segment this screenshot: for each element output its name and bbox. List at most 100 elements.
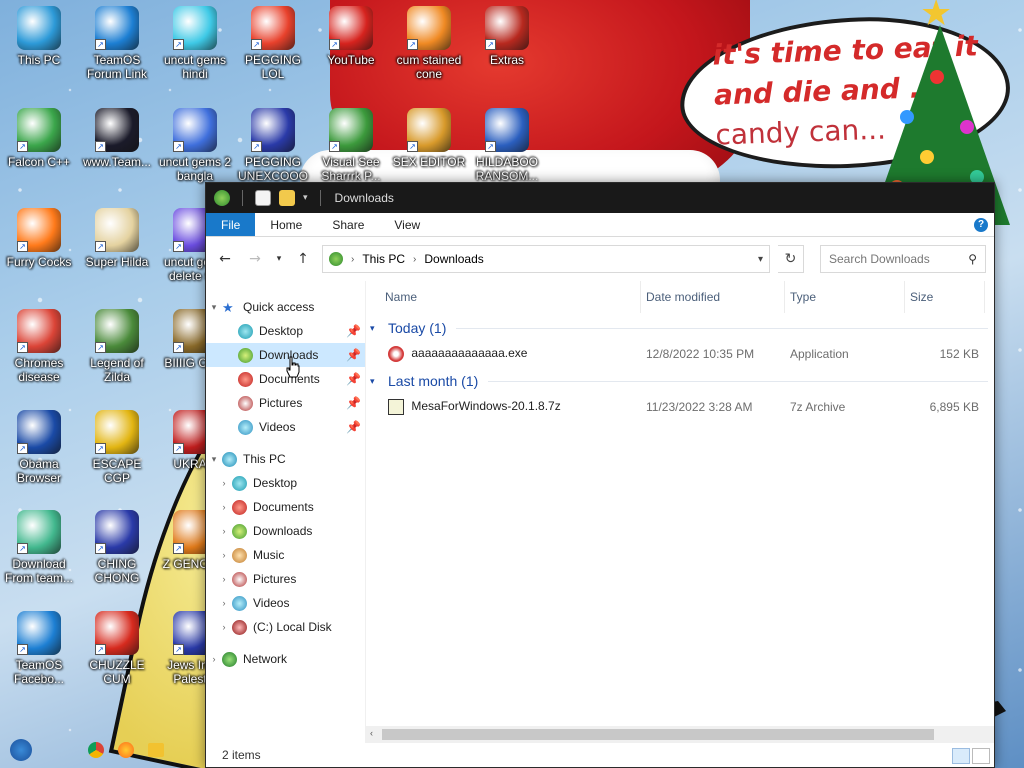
desktop-icon-item[interactable]: ↗ Falcon C++: [0, 108, 78, 169]
tab-file[interactable]: File: [206, 213, 256, 236]
scroll-left-arrow-icon[interactable]: ‹: [370, 728, 373, 738]
expand-chevron-icon[interactable]: ›: [206, 654, 222, 664]
expand-chevron-icon[interactable]: ›: [216, 622, 232, 632]
back-arrow-icon[interactable]: ←: [214, 248, 236, 270]
desktop-icon-item[interactable]: ↗ Obama Browser: [0, 410, 78, 485]
desktop-icon-item[interactable]: ↗ Extras: [468, 6, 546, 67]
crumb-chevron-icon[interactable]: ›: [413, 254, 416, 265]
large-icons-view-icon[interactable]: [972, 748, 990, 764]
horizontal-scrollbar[interactable]: ‹: [366, 726, 994, 743]
column-name[interactable]: Name: [380, 281, 641, 313]
expand-chevron-icon[interactable]: ›: [216, 502, 232, 512]
forward-arrow-icon[interactable]: →: [244, 248, 266, 270]
desktop-icon-item[interactable]: ↗ www.Team...: [78, 108, 156, 169]
pin-icon[interactable]: 📌: [346, 372, 361, 386]
pin-icon[interactable]: 📌: [346, 348, 361, 362]
desktop-icon-item[interactable]: ↗ uncut gems hindi: [156, 6, 234, 81]
crumb-chevron-icon[interactable]: ›: [351, 254, 354, 265]
group-chevron-icon[interactable]: ▾: [370, 376, 386, 387]
nav-network[interactable]: › Network: [206, 647, 365, 671]
desktop-icon-item[interactable]: ↗ Legend of Zilda: [78, 309, 156, 384]
address-bar[interactable]: › This PC › Downloads ▾: [322, 245, 770, 273]
music-icon: [232, 547, 247, 563]
group-header-today[interactable]: ▾ Today (1): [366, 315, 994, 341]
desktop-icon-item[interactable]: ↗ CHING CHONG: [78, 510, 156, 585]
desktop-icon-item[interactable]: ↗ cum stained cone: [390, 6, 468, 81]
nav-pc-downloads[interactable]: › Downloads: [206, 519, 365, 543]
file-row[interactable]: aaaaaaaaaaaaaa.exe 12/8/2022 10:35 PM Ap…: [380, 341, 994, 367]
expand-chevron-icon[interactable]: ›: [216, 598, 232, 608]
nav-quick-pictures[interactable]: Pictures 📌: [206, 391, 365, 415]
group-chevron-icon[interactable]: ▾: [370, 323, 386, 334]
expand-chevron-icon[interactable]: ›: [216, 574, 232, 584]
address-dropdown-icon[interactable]: ▾: [758, 254, 763, 265]
shortcut-arrow-icon: ↗: [95, 39, 106, 50]
nav-quick-videos[interactable]: Videos 📌: [206, 415, 365, 439]
desktop-icon-label: HILDABOO RANSOM...: [475, 155, 539, 183]
desktop-icon-item[interactable]: ↗ Chromes disease: [0, 309, 78, 384]
desktop-icon-item[interactable]: ↗ Visual See Sharrrk P...: [312, 108, 390, 183]
tab-view[interactable]: View: [379, 213, 435, 236]
desktop-icon-item[interactable]: ↗ Super Hilda: [78, 208, 156, 269]
desktop-icon-item[interactable]: ↗ CHUZZLE CUM: [78, 611, 156, 686]
pin-icon[interactable]: 📌: [346, 420, 361, 434]
nav-pc-documents[interactable]: › Documents: [206, 495, 365, 519]
desktop-icon-item[interactable]: This PC: [0, 6, 78, 67]
desktop-icon-item[interactable]: ↗ HILDABOO RANSOM...: [468, 108, 546, 183]
expand-chevron-icon[interactable]: ›: [216, 526, 232, 536]
desktop-icon-item[interactable]: ↗ Furry Cocks: [0, 208, 78, 269]
tab-share[interactable]: Share: [317, 213, 379, 236]
collapse-chevron-icon[interactable]: ▾: [206, 454, 222, 465]
nav-quick-access[interactable]: ▾ ★ Quick access: [206, 295, 365, 319]
shortcut-icon: ↗: [17, 611, 61, 655]
desktop-icon-item[interactable]: ↗ PEGGING LOL: [234, 6, 312, 81]
expand-chevron-icon[interactable]: ›: [216, 478, 232, 488]
expand-chevron-icon[interactable]: ›: [216, 550, 232, 560]
desktop-icon-item[interactable]: ↗ TeamOS Forum Link: [78, 6, 156, 81]
recent-locations-chevron-icon[interactable]: ▾: [274, 248, 284, 270]
nav-pc-local-disk[interactable]: › (C:) Local Disk: [206, 615, 365, 639]
nav-pc-videos[interactable]: › Videos: [206, 591, 365, 615]
column-date-modified[interactable]: Date modified: [641, 281, 785, 313]
breadcrumb-downloads[interactable]: Downloads: [424, 252, 483, 266]
desktop-icon-item[interactable]: ↗ PEGGING UNEXCOOO: [234, 108, 312, 183]
quick-access-toolbar: ▾: [214, 190, 325, 206]
pin-icon[interactable]: 📌: [346, 324, 361, 338]
collapse-chevron-icon[interactable]: ▾: [206, 302, 222, 313]
explorer-taskbar-icon[interactable]: [148, 743, 164, 757]
nav-pc-music[interactable]: › Music: [206, 543, 365, 567]
desktop-icon-item[interactable]: ↗ uncut gems 2 bangla: [156, 108, 234, 183]
search-box[interactable]: Search Downloads ⚲: [820, 245, 986, 273]
column-type[interactable]: Type: [785, 281, 905, 313]
help-icon[interactable]: ?: [974, 217, 988, 232]
item-count: 2 items: [222, 748, 261, 762]
up-arrow-icon[interactable]: ↑: [292, 248, 314, 270]
desktop-icon-item[interactable]: ↗ TeamOS Facebo...: [0, 611, 78, 686]
desktop-icon-item[interactable]: ↗ ESCAPE CGP: [78, 410, 156, 485]
nav-quick-desktop[interactable]: Desktop 📌: [206, 319, 365, 343]
properties-icon[interactable]: [255, 190, 271, 206]
title-bar[interactable]: ▾ Downloads: [206, 183, 994, 213]
breadcrumb-this-pc[interactable]: This PC: [362, 252, 405, 266]
nav-pc-pictures[interactable]: › Pictures: [206, 567, 365, 591]
exe-file-icon: [388, 346, 404, 362]
desktop-icon-item[interactable]: ↗ YouTube: [312, 6, 390, 67]
file-row[interactable]: MesaForWindows-20.1.8.7z 11/23/2022 3:28…: [380, 394, 994, 420]
desktop-icon-item[interactable]: ↗ Download From team...: [0, 510, 78, 585]
details-view-icon[interactable]: [952, 748, 970, 764]
chrome-taskbar-icon[interactable]: [88, 742, 104, 758]
firefox-taskbar-icon[interactable]: [118, 742, 134, 758]
qat-dropdown-icon[interactable]: ▾: [303, 193, 308, 203]
nav-this-pc[interactable]: ▾ This PC: [206, 447, 365, 471]
group-header-last-month[interactable]: ▾ Last month (1): [366, 368, 994, 394]
desktop-icon-item[interactable]: ↗ SEX EDITOR: [390, 108, 468, 169]
desktop-icon-label: Extras: [489, 53, 524, 67]
nav-pc-desktop[interactable]: › Desktop: [206, 471, 365, 495]
pin-icon[interactable]: 📌: [346, 396, 361, 410]
tab-home[interactable]: Home: [255, 213, 317, 236]
refresh-icon[interactable]: ↻: [778, 245, 804, 273]
column-size[interactable]: Size: [905, 281, 985, 313]
scrollbar-thumb[interactable]: [382, 729, 934, 740]
start-button-icon[interactable]: [10, 739, 32, 761]
new-folder-icon[interactable]: [279, 190, 295, 206]
